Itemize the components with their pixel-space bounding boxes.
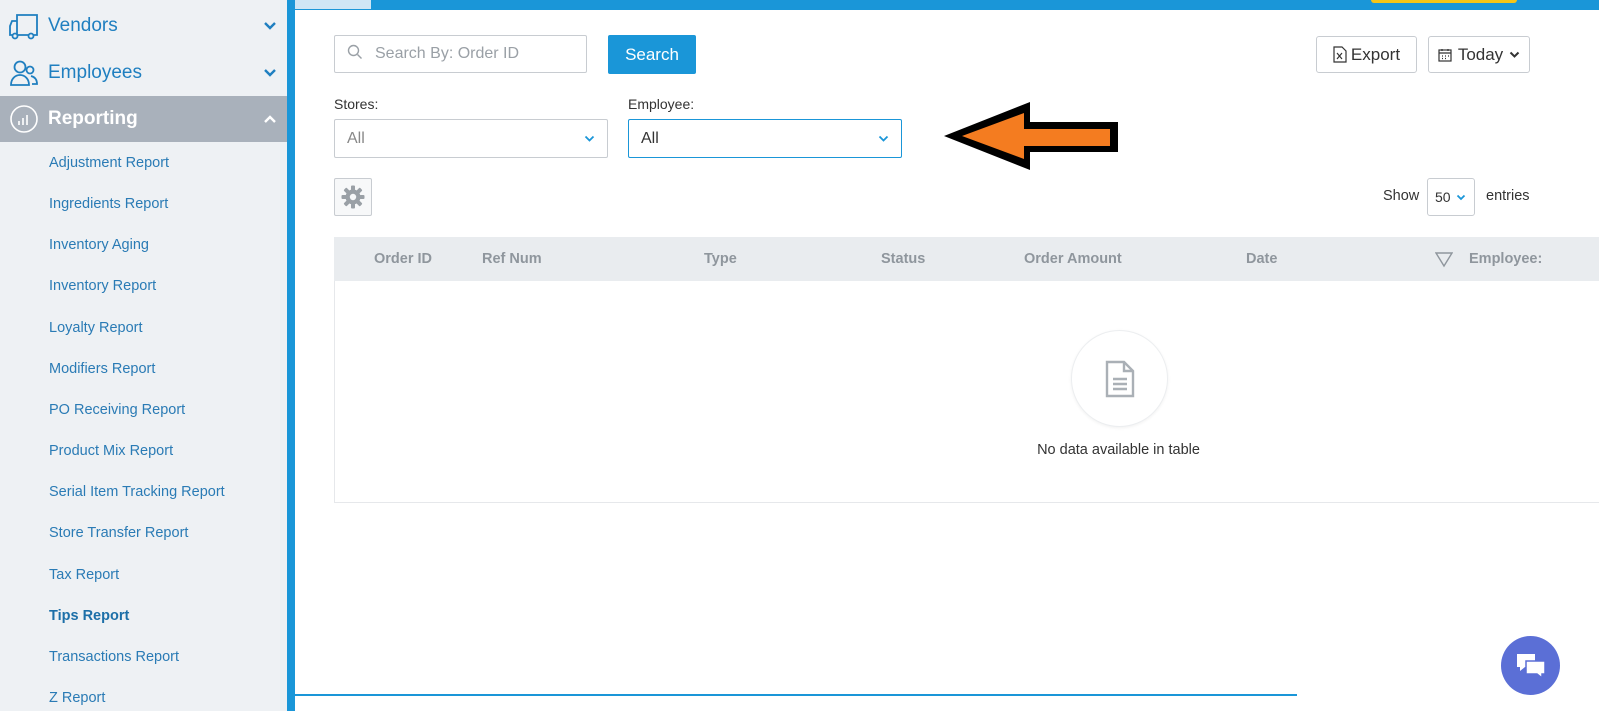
- date-range-button[interactable]: Today: [1428, 36, 1530, 73]
- column-header-type[interactable]: Type: [704, 251, 737, 267]
- search-field[interactable]: [334, 35, 587, 73]
- export-button[interactable]: Export: [1316, 36, 1417, 73]
- top-nav-bar: [295, 0, 1599, 10]
- empty-state-badge: [1071, 330, 1168, 427]
- sidebar-divider: [293, 0, 295, 711]
- search-button[interactable]: Search: [608, 35, 696, 74]
- chat-icon: [1514, 651, 1548, 681]
- sidebar-subitem[interactable]: Loyalty Report: [49, 320, 143, 336]
- sidebar-subitem[interactable]: PO Receiving Report: [49, 402, 185, 418]
- chevron-down-icon: [263, 62, 277, 84]
- sidebar-item-label: Vendors: [48, 15, 118, 36]
- date-range-label: Today: [1457, 44, 1504, 64]
- sidebar-subitem[interactable]: Transactions Report: [49, 649, 179, 665]
- chart-icon: [8, 103, 40, 135]
- chevron-down-icon: [1456, 194, 1466, 201]
- sidebar-item-reporting[interactable]: Reporting: [0, 96, 287, 142]
- sidebar-subitem[interactable]: Store Transfer Report: [49, 525, 188, 541]
- table-body: [334, 281, 1599, 503]
- truck-icon: [8, 10, 40, 42]
- sidebar-subitem[interactable]: Ingredients Report: [49, 196, 168, 212]
- column-header-employee[interactable]: Employee:: [1469, 251, 1542, 267]
- show-label: Show: [1383, 188, 1420, 204]
- sidebar-item-label: Reporting: [48, 108, 138, 129]
- stores-select[interactable]: All: [334, 119, 608, 158]
- sidebar: Vendors Employees Reporting Adjustment R…: [0, 0, 293, 711]
- bottom-divider: [295, 694, 1297, 696]
- column-header-ref-num[interactable]: Ref Num: [482, 251, 542, 267]
- sidebar-subitem[interactable]: Modifiers Report: [49, 361, 155, 377]
- sidebar-subitem[interactable]: Inventory Aging: [49, 237, 149, 253]
- sidebar-subitem[interactable]: Z Report: [49, 690, 105, 706]
- search-input[interactable]: [373, 44, 577, 64]
- table-header: Order ID Ref Num Type Status Order Amoun…: [334, 237, 1599, 281]
- chevron-up-icon: [263, 108, 277, 130]
- column-header-date[interactable]: Date: [1246, 251, 1277, 267]
- column-settings-button[interactable]: [334, 178, 372, 216]
- sidebar-subitem[interactable]: Inventory Report: [49, 278, 156, 294]
- sidebar-item-employees[interactable]: Employees: [0, 50, 287, 96]
- excel-icon: [1333, 46, 1347, 63]
- sidebar-subitem[interactable]: Tax Report: [49, 567, 119, 583]
- empty-table-message: No data available in table: [1037, 442, 1200, 458]
- chevron-down-icon: [263, 15, 277, 37]
- sidebar-item-label: Employees: [48, 62, 142, 83]
- sidebar-subitem-current[interactable]: Tips Report: [49, 608, 129, 624]
- upgrade-button[interactable]: [1371, 0, 1517, 3]
- filter-icon[interactable]: [1435, 252, 1453, 268]
- entries-value: 50: [1435, 189, 1451, 205]
- chevron-down-icon: [878, 130, 889, 148]
- column-header-status[interactable]: Status: [881, 251, 925, 267]
- sidebar-item-vendors[interactable]: Vendors: [0, 3, 287, 49]
- search-icon: [347, 44, 363, 65]
- column-header-order-amount[interactable]: Order Amount: [1024, 251, 1122, 267]
- top-nav-tab[interactable]: [295, 0, 371, 9]
- stores-label: Stores:: [334, 96, 379, 112]
- employee-select[interactable]: All: [628, 119, 902, 158]
- sidebar-subitem[interactable]: Adjustment Report: [49, 155, 169, 171]
- entries-label: entries: [1486, 188, 1530, 204]
- document-icon: [1105, 360, 1135, 398]
- gear-icon: [341, 185, 365, 209]
- chevron-down-icon: [1509, 51, 1520, 59]
- calendar-icon: [1438, 48, 1452, 62]
- sidebar-subitem[interactable]: Product Mix Report: [49, 443, 173, 459]
- employee-label: Employee:: [628, 96, 695, 112]
- sidebar-subitem[interactable]: Serial Item Tracking Report: [49, 484, 225, 500]
- column-header-order-id[interactable]: Order ID: [374, 251, 432, 267]
- entries-select[interactable]: 50: [1427, 178, 1475, 216]
- annotation-arrow-icon: [944, 102, 1118, 170]
- chevron-down-icon: [584, 130, 595, 148]
- chat-button[interactable]: [1501, 636, 1560, 695]
- employee-value: All: [641, 129, 659, 147]
- export-label: Export: [1350, 44, 1401, 64]
- stores-value: All: [347, 129, 365, 147]
- users-icon: [8, 57, 40, 89]
